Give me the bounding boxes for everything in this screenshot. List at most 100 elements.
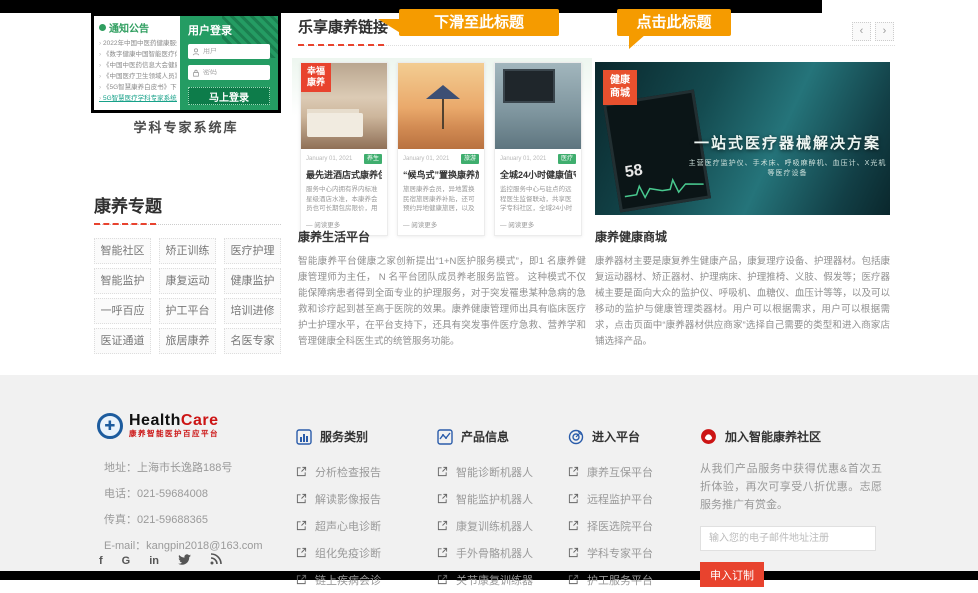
external-link-icon: [437, 493, 448, 504]
twitter-icon[interactable]: [178, 554, 191, 569]
scroll-annotation-callout: 下滑至此标题: [399, 9, 559, 36]
topics-section: 康养专题 智能社区 矫正训练 医疗护理 智能监护 康复运动 健康监护 一呼百应 …: [94, 192, 281, 354]
notice-list: 2022年中国中医药健康服务业发展分析报告 《数字健康中国智能医疗体系》入围申会…: [99, 38, 177, 104]
card-date: January 01, 2021: [500, 156, 546, 162]
notice-link[interactable]: 《中国医疗卫生领域人员》申报立项公告: [99, 71, 177, 82]
topic-tag[interactable]: 一呼百应: [94, 298, 151, 324]
column-header: 加入智能康养社区: [700, 428, 882, 445]
email-subscribe-input[interactable]: [700, 526, 876, 551]
footer-link[interactable]: 分析检查报告: [296, 458, 381, 485]
health-mall-banner[interactable]: 健康商城 58 一站式医疗器械解决方案 主营医疗监护仪、手术床、呼吸麻醉机、血压…: [595, 62, 890, 215]
health-mall-badge: 健康商城: [603, 70, 637, 105]
footer-link[interactable]: 解读影像报告: [296, 485, 381, 512]
topic-tag[interactable]: 矫正训练: [159, 238, 216, 264]
notice-link[interactable]: 2022年中国中医药健康服务业发展分析报告: [99, 38, 177, 49]
card-category-tag[interactable]: 医疗: [558, 154, 576, 164]
lock-icon: [192, 69, 200, 77]
footer-link[interactable]: 超声心电诊断: [296, 512, 381, 539]
topic-tag[interactable]: 旅居康养: [159, 328, 216, 354]
article-card-travel[interactable]: January 01, 2021 旅游 “候鸟式”置换康养旅游服务 旅居康养会员…: [397, 62, 485, 236]
footer-link[interactable]: 远程监护平台: [568, 485, 653, 512]
password-input[interactable]: [203, 69, 266, 76]
footer-link[interactable]: 择医选院平台: [568, 512, 653, 539]
article-cards: 幸福康养 January 01, 2021 养生 最先进酒店式康养住宿环境 服务…: [300, 62, 582, 236]
topics-title: 康养专题: [94, 192, 281, 217]
life-platform-title: 康养生活平台: [298, 228, 586, 245]
username-field-wrap: [188, 44, 270, 59]
card-title[interactable]: 最先进酒店式康养住宿环境: [306, 168, 382, 181]
linkedin-icon[interactable]: in: [149, 554, 159, 568]
topic-tag[interactable]: 健康监护: [224, 268, 281, 294]
subscribe-description: 从我们产品服务中获得优惠&首次五折体验，再次可享受八折优惠。志愿服务推广有赏金。: [700, 460, 882, 514]
footer-column-platforms: 进入平台 康养互保平台 远程监护平台 择医选院平台 学科专家平台 护工服务平台: [568, 428, 653, 593]
facebook-icon[interactable]: f: [99, 554, 103, 568]
life-platform-body: 智能康养平台健康之家创新提出“1+N医护服务模式”，即1 名康养健康管理师为主任…: [298, 254, 586, 350]
external-link-icon: [296, 493, 307, 504]
notice-title: 通知公告: [109, 20, 149, 35]
rss-icon[interactable]: [210, 553, 222, 569]
column-header: 产品信息: [437, 428, 533, 445]
beach-image: [398, 63, 484, 149]
card-date: January 01, 2021: [403, 156, 449, 162]
logo-wordmark: HealthCare: [129, 413, 219, 428]
carousel-next-button[interactable]: ›: [875, 22, 894, 41]
external-link-icon: [437, 547, 448, 558]
footer-column-services: 服务类别 分析检查报告 解读影像报告 超声心电诊断 组化免疫诊断 链上疾病会诊: [296, 428, 381, 593]
external-link-icon: [296, 547, 307, 558]
column-header: 服务类别: [296, 428, 381, 445]
topic-tag[interactable]: 康复运动: [159, 268, 216, 294]
card-title[interactable]: 全城24小时健康值守: [500, 168, 576, 181]
topics-divider: [94, 224, 281, 225]
card-category-tag[interactable]: 旅游: [461, 154, 479, 164]
mall-title: 康养健康商城: [595, 228, 890, 245]
topic-tag[interactable]: 护工平台: [159, 298, 216, 324]
topic-tag[interactable]: 名医专家: [224, 328, 281, 354]
article-card-medical[interactable]: January 01, 2021 医疗 全城24小时健康值守 监控服务中心与驻点…: [494, 62, 582, 236]
topic-tag[interactable]: 智能监护: [94, 268, 151, 294]
footer-link[interactable]: 组化免疫诊断: [296, 539, 381, 566]
card-date: January 01, 2021: [306, 156, 352, 162]
login-button[interactable]: 马上登录: [188, 87, 270, 105]
card-title[interactable]: “候鸟式”置换康养旅游服务: [403, 168, 479, 181]
footer-link[interactable]: 智能监护机器人: [437, 485, 533, 512]
footer-link[interactable]: 康复训练机器人: [437, 512, 533, 539]
login-title: 用户登录: [188, 22, 270, 38]
subscribe-button[interactable]: 申入订制: [700, 562, 764, 587]
footer-link[interactable]: 学科专家平台: [568, 539, 653, 566]
notice-link[interactable]: 《数字健康中国智能医疗体系》入围申会员…: [99, 49, 177, 60]
username-input[interactable]: [203, 48, 266, 55]
footer-link[interactable]: 康养互保平台: [568, 458, 653, 485]
footer-column-products: 产品信息 智能诊断机器人 智能监护机器人 康复训练机器人 手外骨骼机器人 关节康…: [437, 428, 533, 593]
card-category-tag[interactable]: 养生: [364, 154, 382, 164]
logo-emblem-icon: ✚: [97, 413, 123, 439]
clinic-image: [495, 63, 581, 149]
footer-link[interactable]: 智能诊断机器人: [437, 458, 533, 485]
links-section-title: 乐享康养链接: [298, 16, 388, 37]
external-link-icon: [296, 466, 307, 477]
article-card-hotel[interactable]: 幸福康养 January 01, 2021 养生 最先进酒店式康养住宿环境 服务…: [300, 62, 388, 236]
notice-link-highlighted[interactable]: 5G智慧医疗学科专家系统应用说明: [99, 93, 177, 104]
contact-address: 地址：上海市长逸路188号: [104, 455, 263, 481]
topic-tag[interactable]: 医证通道: [94, 328, 151, 354]
carousel-prev-button[interactable]: ‹: [852, 22, 871, 41]
community-icon: [700, 428, 717, 445]
topics-grid: 智能社区 矫正训练 医疗护理 智能监护 康复运动 健康监护 一呼百应 护工平台 …: [94, 238, 281, 354]
footer: ✚ HealthCare 康养智能医护百应平台 地址：上海市长逸路188号 电话…: [0, 375, 978, 571]
footer-link[interactable]: 手外骨骼机器人: [437, 539, 533, 566]
topic-tag[interactable]: 医疗护理: [224, 238, 281, 264]
line-chart-icon: [437, 429, 453, 445]
card-body: January 01, 2021 旅游 “候鸟式”置换康养旅游服务 旅居康养会员…: [398, 149, 484, 235]
mall-body: 康养器材主要是康复养生健康产品，康复理疗设备、护理器材。包括康复运动器材、矫正器…: [595, 254, 890, 350]
topic-tag[interactable]: 培训进修: [224, 298, 281, 324]
google-icon[interactable]: G: [122, 554, 131, 568]
contact-fax: 传真：021-59688365: [104, 507, 263, 533]
mall-description-section: 康养健康商城 康养器材主要是康复养生健康产品，康复理疗设备、护理器材。包括康复运…: [595, 228, 890, 350]
password-field-wrap: [188, 65, 270, 80]
umbrella-shape: [426, 85, 460, 99]
notice-link[interactable]: 《中国中医药信息大会健康专题》记要: [99, 60, 177, 71]
topic-tag[interactable]: 智能社区: [94, 238, 151, 264]
external-link-icon: [568, 547, 579, 558]
notice-link[interactable]: 《5G智慧康养白皮书》下载: [99, 82, 177, 93]
footer-subscribe-section: 加入智能康养社区 从我们产品服务中获得优惠&首次五折体验，再次可享受八折优惠。志…: [700, 428, 882, 587]
mall-overlay-title: 一站式医疗器械解决方案: [685, 132, 890, 153]
